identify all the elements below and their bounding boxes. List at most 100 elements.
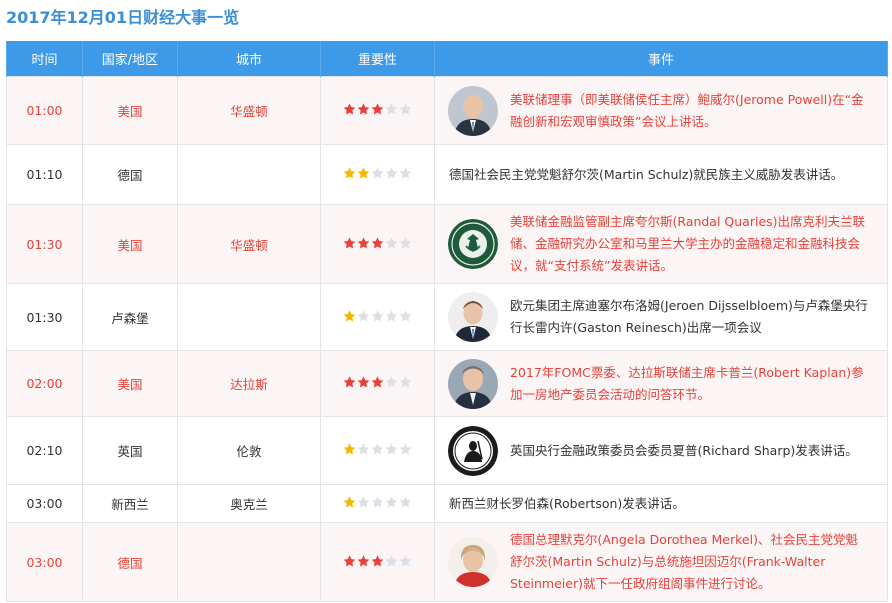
star-empty-icon [399, 167, 412, 179]
event-content: 美联储金融监管副主席夸尔斯(Randal Quarles)出席克利夫兰联储、金融… [435, 211, 887, 277]
importance-stars [343, 167, 413, 182]
bank-of-england-logo [448, 425, 498, 476]
time-cell: 01:30 [6, 204, 83, 284]
importance-cell [320, 522, 435, 602]
table-row[interactable]: 01:10 德国 德国社会民主党党魁舒尔茨(Martin Schulz)就民族主义威… [6, 144, 888, 205]
country-cell: 德国 [82, 144, 178, 205]
importance-stars [343, 376, 413, 391]
angela-merkel-portrait [448, 537, 498, 587]
star-empty-icon [385, 376, 398, 388]
city-cell [177, 283, 321, 351]
star-filled-icon [343, 236, 356, 249]
star-empty-icon [385, 103, 398, 115]
country-cell: 新西兰 [82, 484, 178, 523]
time-cell: 03:00 [6, 484, 83, 523]
event-cell: 新西兰财长罗伯森(Robertson)发表讲话。 [434, 484, 888, 523]
city-cell: 华盛顿 [177, 204, 321, 284]
star-empty-icon [399, 443, 412, 455]
star-empty-icon [371, 167, 384, 179]
event-content: 德国社会民主党党魁舒尔茨(Martin Schulz)就民族主义威胁发表讲话。 [435, 164, 887, 186]
country-cell: 英国 [82, 416, 178, 485]
jeroen-dijsselbloem-portrait [448, 292, 498, 342]
header-city[interactable]: 城市 [177, 41, 321, 77]
importance-cell [320, 484, 435, 523]
table-row[interactable]: 03:00 新西兰 奥克兰 新西兰财长罗伯森(Robertson)发表讲话。 [6, 484, 888, 523]
star-empty-icon [399, 236, 412, 249]
star-filled-icon [371, 103, 384, 115]
city-cell: 伦敦 [177, 416, 321, 485]
star-empty-icon [371, 443, 384, 455]
importance-cell [320, 76, 435, 145]
event-text: 德国社会民主党党魁舒尔茨(Martin Schulz)就民族主义威胁发表讲话。 [449, 166, 844, 182]
importance-cell [320, 416, 435, 485]
event-table: 时间 国家/地区 城市 重要性 事件 01:00 美国 华盛顿 美联储理事（即美联储侯… [6, 41, 888, 602]
event-cell: 德国社会民主党党魁舒尔茨(Martin Schulz)就民族主义威胁发表讲话。 [434, 144, 888, 205]
star-filled-icon [343, 309, 356, 322]
star-filled-icon [357, 554, 370, 567]
star-empty-icon [357, 443, 370, 455]
event-cell: 美联储金融监管副主席夸尔斯(Randal Quarles)出席克利夫兰联储、金融… [434, 204, 888, 284]
importance-stars [343, 236, 413, 252]
header-time[interactable]: 时间 [6, 41, 83, 77]
star-filled-icon [371, 554, 384, 567]
city-cell: 奥克兰 [177, 484, 321, 523]
jerome-powell-portrait [448, 85, 498, 136]
star-filled-icon [343, 554, 356, 567]
star-empty-icon [399, 309, 412, 322]
star-filled-icon [343, 443, 356, 455]
country-cell: 美国 [82, 204, 178, 284]
star-filled-icon [357, 236, 370, 249]
event-text: 2017年FOMC票委、达拉斯联储主席卡普兰(Robert Kaplan)参加一… [510, 364, 864, 402]
importance-cell [320, 204, 435, 284]
star-empty-icon [399, 554, 412, 567]
header-importance[interactable]: 重要性 [320, 41, 435, 77]
event-cell: 2017年FOMC票委、达拉斯联储主席卡普兰(Robert Kaplan)参加一… [434, 350, 888, 417]
star-empty-icon [399, 376, 412, 388]
event-content: 2017年FOMC票委、达拉斯联储主席卡普兰(Robert Kaplan)参加一… [435, 358, 887, 409]
table-row[interactable]: 01:30 卢森堡 欧元集团主席迪塞尔布洛姆(Jeroen Dijsselbloem… [6, 283, 888, 351]
table-row[interactable]: 02:10 英国 伦敦 英国央行金融政策委员会委员夏普(Richard Sharp)发… [6, 416, 888, 485]
table-row[interactable]: 03:00 德国 德国总理默克尔(Angela Dorothea Merkel)、社… [6, 522, 888, 602]
event-content: 英国央行金融政策委员会委员夏普(Richard Sharp)发表讲话。 [435, 425, 887, 476]
country-cell: 美国 [82, 76, 178, 145]
city-cell: 达拉斯 [177, 350, 321, 417]
time-cell: 02:00 [6, 350, 83, 417]
event-text: 新西兰财长罗伯森(Robertson)发表讲话。 [449, 495, 685, 511]
page-title: 2017年12月01日财经大事一览 [6, 8, 240, 27]
event-text: 德国总理默克尔(Angela Dorothea Merkel)、社会民主党党魁舒… [510, 532, 858, 591]
header-event[interactable]: 事件 [434, 41, 888, 77]
star-filled-icon [343, 103, 356, 115]
event-cell: 英国央行金融政策委员会委员夏普(Richard Sharp)发表讲话。 [434, 416, 888, 485]
robert-kaplan-portrait [448, 358, 498, 409]
table-row[interactable]: 01:30 美国 华盛顿 美联储金融监管副主席夸尔斯(Randal Quarles)出… [6, 204, 888, 284]
city-cell: 华盛顿 [177, 76, 321, 145]
event-content: 德国总理默克尔(Angela Dorothea Merkel)、社会民主党党魁舒… [435, 529, 887, 595]
star-empty-icon [385, 167, 398, 179]
star-empty-icon [357, 496, 370, 508]
event-cell: 美联储理事（即美联储侯任主席）鲍威尔(Jerome Powell)在“金融创新和… [434, 76, 888, 145]
country-cell: 美国 [82, 350, 178, 417]
star-filled-icon [357, 376, 370, 388]
city-cell [177, 144, 321, 205]
event-table-body: 01:00 美国 华盛顿 美联储理事（即美联储侯任主席）鲍威尔(Jerome Powe… [6, 76, 888, 602]
importance-stars [343, 309, 413, 325]
event-text: 美联储金融监管副主席夸尔斯(Randal Quarles)出席克利夫兰联储、金融… [510, 214, 866, 273]
importance-stars [343, 103, 413, 118]
federal-reserve-seal [448, 219, 498, 269]
table-row[interactable]: 01:00 美国 华盛顿 美联储理事（即美联储侯任主席）鲍威尔(Jerome Powe… [6, 76, 888, 145]
star-empty-icon [371, 309, 384, 322]
time-cell: 02:10 [6, 416, 83, 485]
time-cell: 01:30 [6, 283, 83, 351]
time-cell: 01:00 [6, 76, 83, 145]
event-cell: 欧元集团主席迪塞尔布洛姆(Jeroen Dijsselbloem)与卢森堡央行行… [434, 283, 888, 351]
star-empty-icon [399, 103, 412, 115]
star-empty-icon [385, 554, 398, 567]
event-cell: 德国总理默克尔(Angela Dorothea Merkel)、社会民主党党魁舒… [434, 522, 888, 602]
importance-stars [343, 554, 413, 570]
importance-cell [320, 350, 435, 417]
star-filled-icon [371, 236, 384, 249]
header-country[interactable]: 国家/地区 [82, 41, 178, 77]
table-row[interactable]: 02:00 美国 达拉斯 2017年FOMC票委、达拉斯联储主席卡普兰(Robert … [6, 350, 888, 417]
importance-cell [320, 283, 435, 351]
event-text: 美联储理事（即美联储侯任主席）鲍威尔(Jerome Powell)在“金融创新和… [510, 91, 864, 129]
